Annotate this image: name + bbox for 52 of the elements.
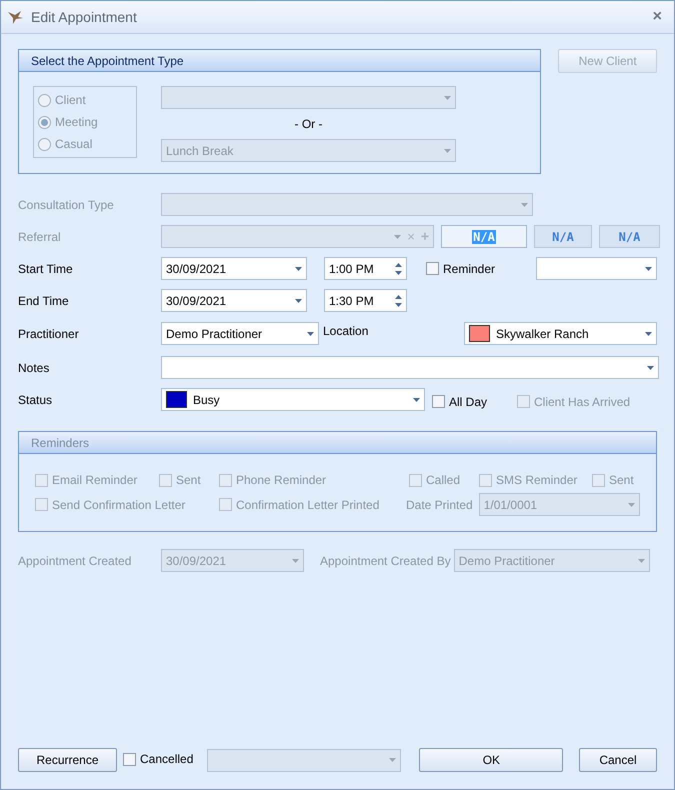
group-header: Select the Appointment Type — [19, 50, 540, 72]
time-field[interactable]: 1:00 PM — [324, 257, 407, 280]
window-title: Edit Appointment — [31, 8, 137, 27]
checkbox[interactable]: Cancelled — [123, 750, 194, 768]
dropdown-arrow-icon — [645, 332, 652, 336]
group-header: Reminders — [19, 432, 656, 454]
field-label: Location — [323, 324, 368, 338]
dropdown-field[interactable] — [161, 193, 533, 216]
time-field[interactable]: 1:30 PM — [324, 289, 407, 312]
checkbox[interactable]: Reminder — [426, 260, 536, 278]
field-label: Start Time — [18, 260, 74, 278]
dropdown-arrow-icon — [444, 148, 451, 152]
dropdown-arrow-icon — [295, 298, 302, 302]
dropdown-arrow-icon — [444, 96, 451, 100]
field-label: Consultation Type — [18, 196, 115, 214]
dropdown-field[interactable]: Skywalker Ranch — [464, 322, 657, 345]
dropdown-arrow-icon — [521, 202, 528, 206]
dropdown-arrow-icon — [638, 558, 645, 562]
checkbox[interactable]: All Day — [432, 392, 517, 410]
dropdown-field[interactable] — [536, 257, 657, 280]
field-label: Referral — [18, 228, 62, 246]
date-field[interactable]: 30/09/2021 — [161, 257, 307, 280]
bird-icon — [7, 9, 25, 25]
or-label: - Or - — [294, 116, 322, 133]
dropdown-arrow-icon — [389, 758, 396, 762]
field-label: End Time — [18, 292, 70, 310]
dropdown-arrow-icon — [394, 234, 402, 238]
spin-arrows-icon — [395, 262, 402, 276]
dropdown-arrow-icon — [645, 266, 652, 270]
cancel-button[interactable]: Cancel — [579, 748, 657, 772]
dropdown-field[interactable] — [207, 748, 402, 772]
recurrence-button[interactable]: Recurrence — [18, 748, 117, 772]
date-field[interactable]: 30/09/2021 — [161, 289, 307, 312]
dropdown-arrow-icon — [628, 502, 635, 506]
dropdown-arrow-icon — [647, 366, 654, 370]
notes-field[interactable] — [161, 356, 659, 379]
field-label: Status — [18, 392, 54, 408]
field-label: Appointment Created — [18, 552, 132, 570]
field-label: Date Printed — [406, 496, 473, 514]
dropdown-arrow-icon — [292, 558, 299, 562]
dropdown-field[interactable]: Busy — [161, 388, 425, 411]
spin-arrows-icon — [395, 294, 402, 308]
dropdown-arrow-icon — [307, 332, 314, 336]
field-label: Appointment Created By — [320, 554, 451, 568]
dropdown-arrow-icon — [413, 398, 420, 402]
dropdown-field[interactable]: Demo Practitioner — [161, 322, 319, 345]
ok-button[interactable]: OK — [419, 748, 564, 772]
field-label: Practitioner — [18, 326, 80, 342]
field-label: Notes — [18, 360, 50, 376]
dropdown-arrow-icon — [295, 266, 302, 270]
dropdown-field[interactable] — [161, 86, 456, 109]
close-button[interactable]: × — [652, 5, 662, 29]
